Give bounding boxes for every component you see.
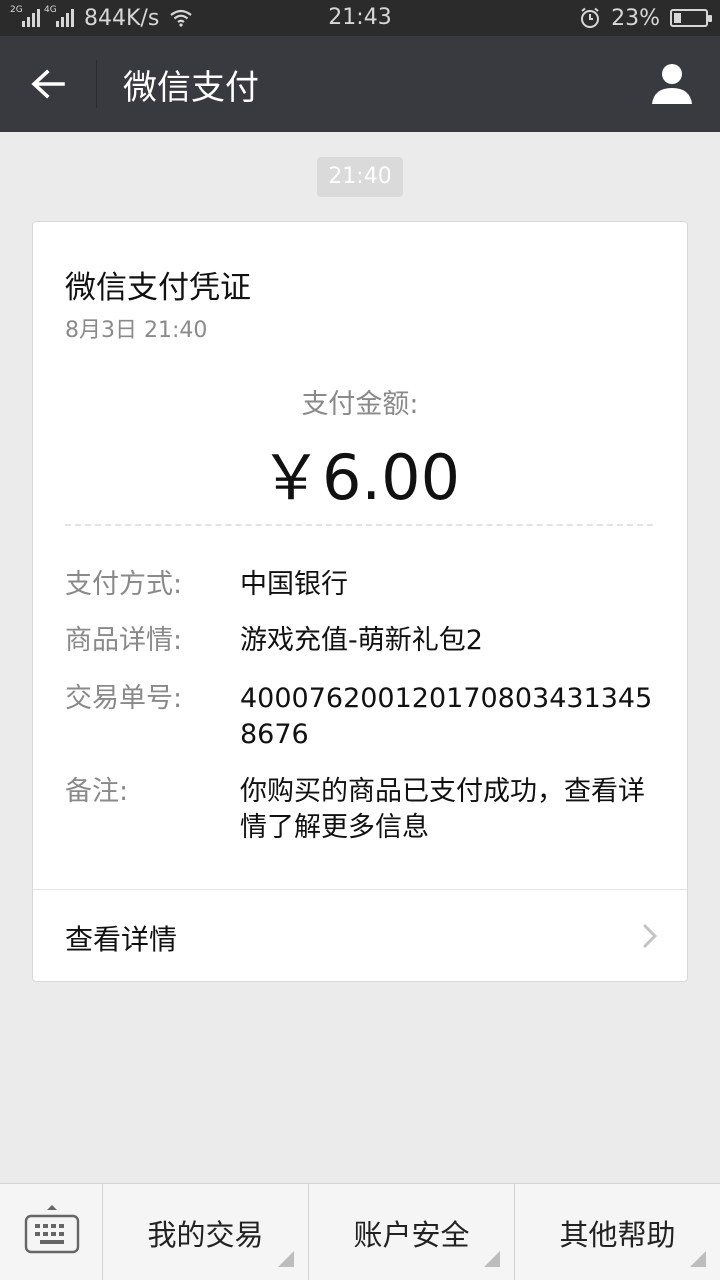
bottom-menu: 我的交易 账户安全 其他帮助 bbox=[0, 1183, 720, 1280]
field-value: 4000762001201708034313458676 bbox=[240, 683, 653, 750]
back-button[interactable] bbox=[0, 36, 96, 132]
field-value: 游戏充值-萌新礼包2 bbox=[240, 625, 483, 656]
field-label: 支付方式: bbox=[65, 569, 183, 600]
view-details-label: 查看详情 bbox=[65, 923, 178, 956]
submenu-indicator-icon bbox=[484, 1251, 500, 1267]
title-bar: 微信支付 bbox=[0, 36, 720, 132]
submenu-indicator-icon bbox=[278, 1251, 294, 1267]
title-divider bbox=[96, 60, 97, 108]
field-label: 交易单号: bbox=[65, 683, 183, 714]
receipt-date: 8月3日 21:40 bbox=[65, 318, 208, 343]
field-label: 备注: bbox=[65, 776, 129, 807]
message-timestamp: 21:40 bbox=[317, 157, 403, 197]
arrow-left-icon bbox=[31, 69, 65, 99]
view-details-link[interactable]: 查看详情 bbox=[33, 890, 687, 982]
alarm-icon bbox=[581, 7, 600, 28]
payment-receipt-card: 微信支付凭证 8月3日 21:40 支付金额: ￥6.00 支付方式: 中国银行… bbox=[32, 221, 688, 982]
menu-my-transactions[interactable]: 我的交易 bbox=[103, 1184, 309, 1280]
field-value: 你购买的商品已支付成功，查看详情了解更多信息 bbox=[240, 776, 645, 843]
menu-label: 其他帮助 bbox=[559, 1217, 676, 1252]
field-label: 商品详情: bbox=[65, 625, 183, 656]
amount-label: 支付金额: bbox=[301, 389, 419, 420]
receipt-title: 微信支付凭证 bbox=[65, 270, 251, 306]
keyboard-icon bbox=[24, 1205, 80, 1254]
chevron-right-icon bbox=[642, 923, 658, 949]
menu-label: 账户安全 bbox=[353, 1217, 470, 1252]
battery-percent: 23% bbox=[611, 5, 660, 31]
battery-icon bbox=[670, 9, 712, 27]
status-bar: 2G 4G 844K/s 21:43 23% bbox=[0, 0, 720, 36]
page-title: 微信支付 bbox=[123, 67, 259, 108]
keyboard-toggle-button[interactable] bbox=[0, 1184, 103, 1280]
person-icon bbox=[652, 64, 692, 104]
menu-account-security[interactable]: 账户安全 bbox=[309, 1184, 515, 1280]
field-value: 中国银行 bbox=[240, 569, 348, 600]
profile-button[interactable] bbox=[648, 60, 696, 108]
menu-other-help[interactable]: 其他帮助 bbox=[515, 1184, 720, 1280]
menu-label: 我的交易 bbox=[147, 1217, 264, 1252]
amount-value: ￥6.00 bbox=[259, 441, 461, 514]
submenu-indicator-icon bbox=[690, 1251, 706, 1267]
dashed-divider bbox=[65, 524, 653, 526]
